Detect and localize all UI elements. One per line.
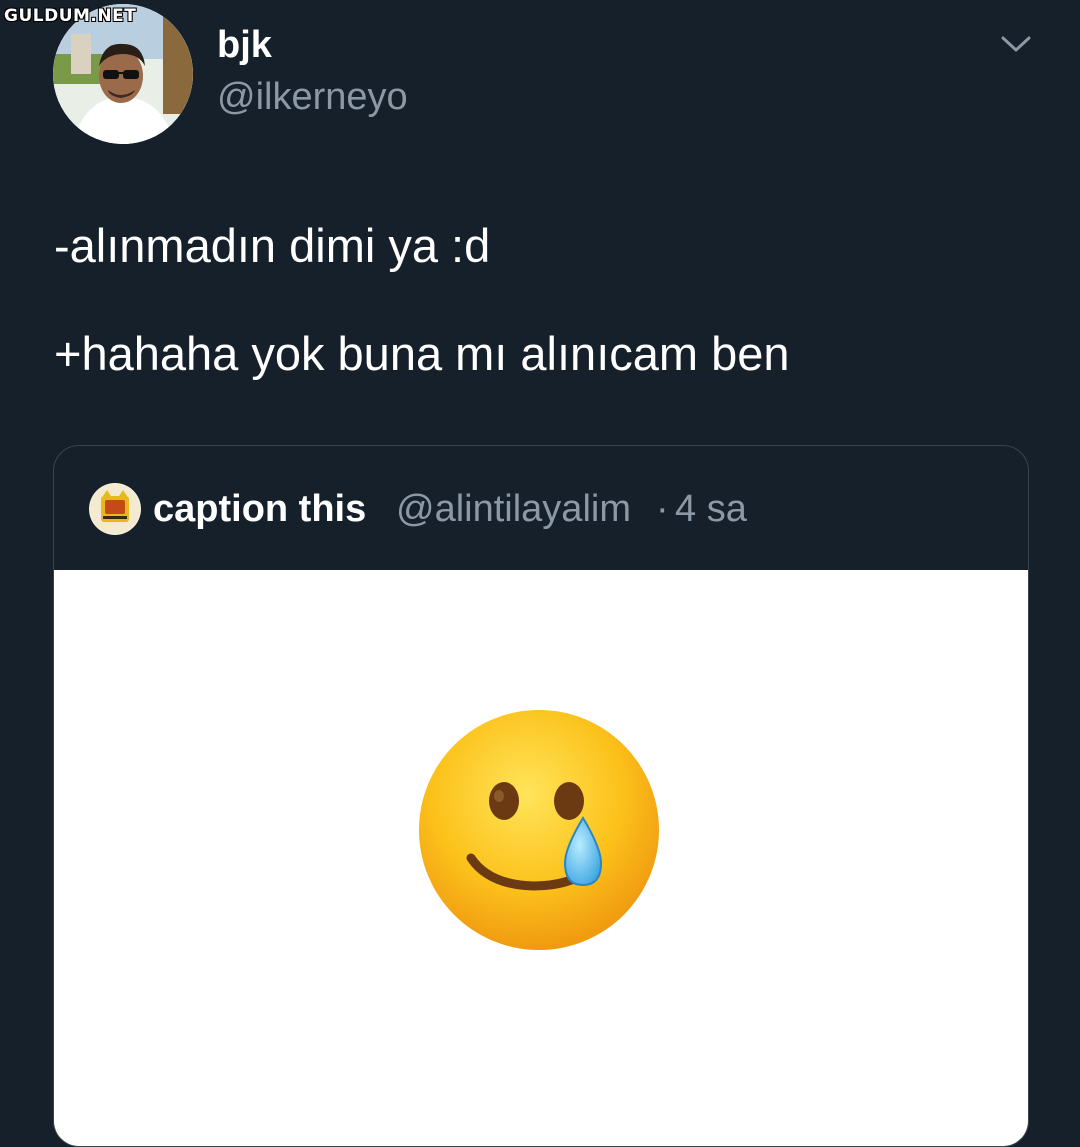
watermark: GULDUM.NET (4, 6, 137, 26)
caption-this-logo-icon[interactable] (89, 483, 141, 535)
quoted-timestamp[interactable]: 4 sa (675, 488, 747, 531)
separator-dot: · (656, 488, 669, 530)
quoted-display-name[interactable]: caption this (153, 488, 366, 531)
tweet-text-line: -alınmadın dimi ya :d (54, 219, 491, 272)
chevron-down-icon[interactable] (1000, 32, 1032, 56)
quoted-tweet-header: caption this @alintilayalim · 4 sa (54, 446, 1028, 570)
quoted-handle[interactable]: @alintilayalim (396, 488, 631, 531)
smiling-face-with-tear-icon (409, 700, 669, 960)
author-display-name[interactable]: bjk (217, 24, 272, 67)
quoted-tweet-card[interactable]: caption this @alintilayalim · 4 sa (53, 445, 1029, 1147)
author-handle[interactable]: @ilkerneyo (217, 76, 408, 119)
tweet-text-line: +hahaha yok buna mı alınıcam ben (54, 327, 790, 380)
quoted-media[interactable] (54, 570, 1028, 1146)
